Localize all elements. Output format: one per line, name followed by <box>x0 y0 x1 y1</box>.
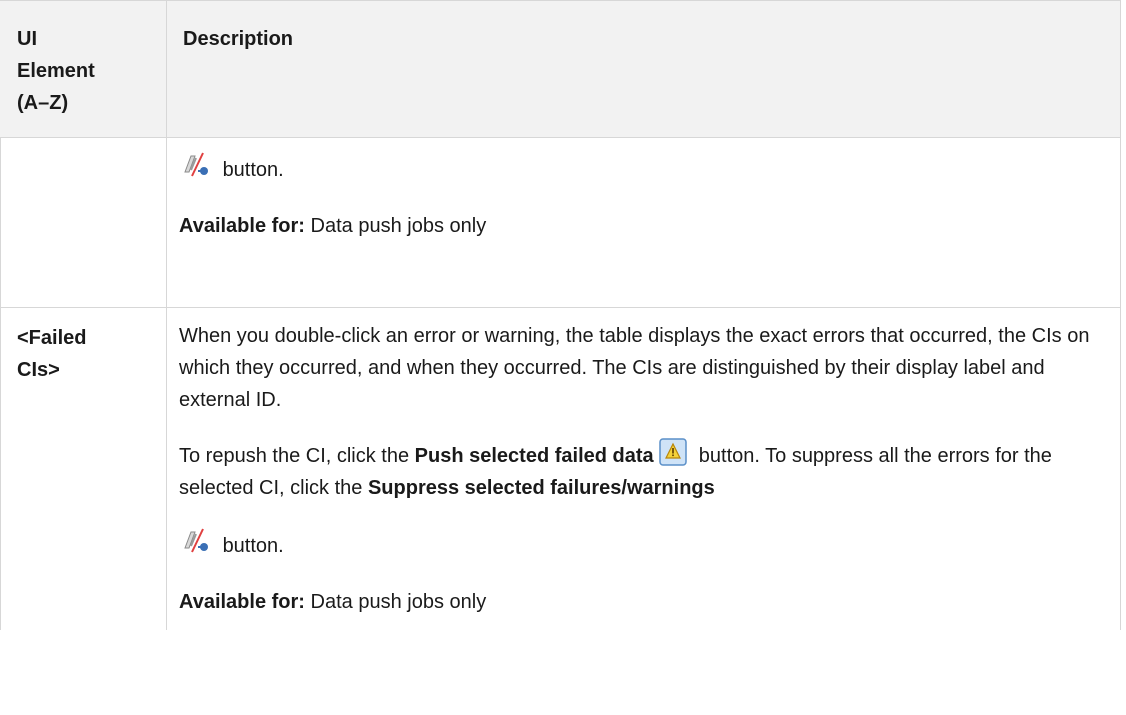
availability-line: Available for: Data push jobs only <box>179 210 1108 242</box>
suppress-button-line: button. <box>179 526 1108 564</box>
header-ui-element-line-1: UI <box>17 28 37 50</box>
repush-paragraph: To repush the CI, click the Push selecte… <box>179 438 1108 504</box>
push-selected-failed-data-label: Push selected failed data <box>414 445 654 467</box>
push-failed-data-icon <box>659 438 687 466</box>
available-label: Available for: <box>179 591 305 613</box>
available-label: Available for: <box>179 215 305 237</box>
table-header-row: UI Element (A–Z) Description <box>0 0 1121 138</box>
row-element-cell <box>0 137 167 308</box>
table-row: button. Available for: Data push jobs on… <box>0 137 1121 308</box>
header-ui-element: UI Element (A–Z) <box>0 0 167 138</box>
repush-before-text: To repush the CI, click the <box>179 445 415 467</box>
ui-element-table: UI Element (A–Z) Description button. Ava… <box>0 0 1121 630</box>
suppress-failures-icon <box>179 150 211 180</box>
row-element-cell: <Failed CIs> <box>0 307 167 630</box>
available-value: Data push jobs only <box>310 215 487 237</box>
header-ui-element-line-3: (A–Z) <box>17 92 69 114</box>
availability-line: Available for: Data push jobs only <box>179 586 1108 618</box>
header-ui-element-line-2: Element <box>17 60 95 82</box>
suppress-failures-icon <box>179 526 211 556</box>
table-row: <Failed CIs> When you double-click an er… <box>0 307 1121 630</box>
row-element-line-1: <Failed <box>17 327 87 349</box>
row-description-cell: When you double-click an error or warnin… <box>166 307 1121 630</box>
suppress-button-line: button. <box>179 150 1108 188</box>
row-element-line-2: CIs> <box>17 359 60 381</box>
button-word: button. <box>222 159 284 181</box>
intro-paragraph: When you double-click an error or warnin… <box>179 325 1090 411</box>
header-description: Description <box>166 0 1121 138</box>
suppress-selected-failures-label: Suppress selected failures/warnings <box>367 477 715 499</box>
available-value: Data push jobs only <box>310 591 487 613</box>
button-word: button. <box>222 535 284 557</box>
row-description-cell: button. Available for: Data push jobs on… <box>166 137 1121 308</box>
